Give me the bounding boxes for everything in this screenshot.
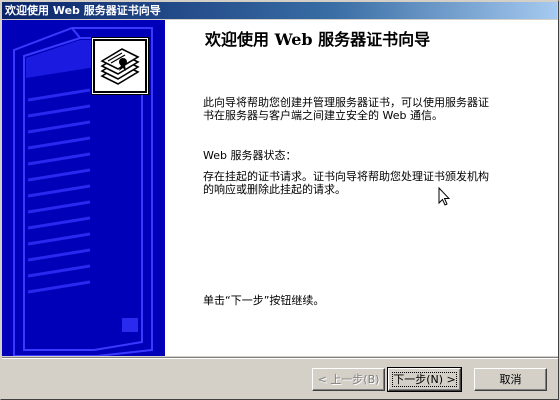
continue-hint: 单击“下一步”按钮继续。 <box>203 294 325 307</box>
back-button[interactable]: < 上一步(B) <box>312 368 385 391</box>
intro-text: 此向导将帮助您创建并管理服务器证书，可以使用服务器证书在服务器与客户端之间建立安… <box>203 96 489 122</box>
wizard-side-panel <box>2 20 165 356</box>
cancel-button[interactable]: 取消 <box>474 368 547 391</box>
next-button[interactable]: 下一步(N) > <box>387 367 462 392</box>
next-button-label: 下一步(N) > <box>393 373 456 386</box>
mouse-pointer-icon <box>438 186 451 210</box>
wizard-content: 欢迎使用 Web 服务器证书向导 此向导将帮助您创建并管理服务器证书，可以使用服… <box>165 20 558 356</box>
title-bar[interactable]: 欢迎使用 Web 服务器证书向导 <box>2 2 557 19</box>
window-title: 欢迎使用 Web 服务器证书向导 <box>5 4 161 17</box>
certificate-document-icon <box>91 37 149 95</box>
cancel-button-label: 取消 <box>499 373 522 386</box>
button-separator-highlight <box>2 358 558 359</box>
back-button-label: < 上一步(B) <box>317 373 380 386</box>
status-label: Web 服务器状态： <box>203 149 297 162</box>
wizard-heading: 欢迎使用 Web 服务器证书向导 <box>205 30 431 49</box>
wizard-window: 欢迎使用 Web 服务器证书向导 欢迎使用 Web 服务器证书向导 此向导将帮助… <box>0 0 559 400</box>
